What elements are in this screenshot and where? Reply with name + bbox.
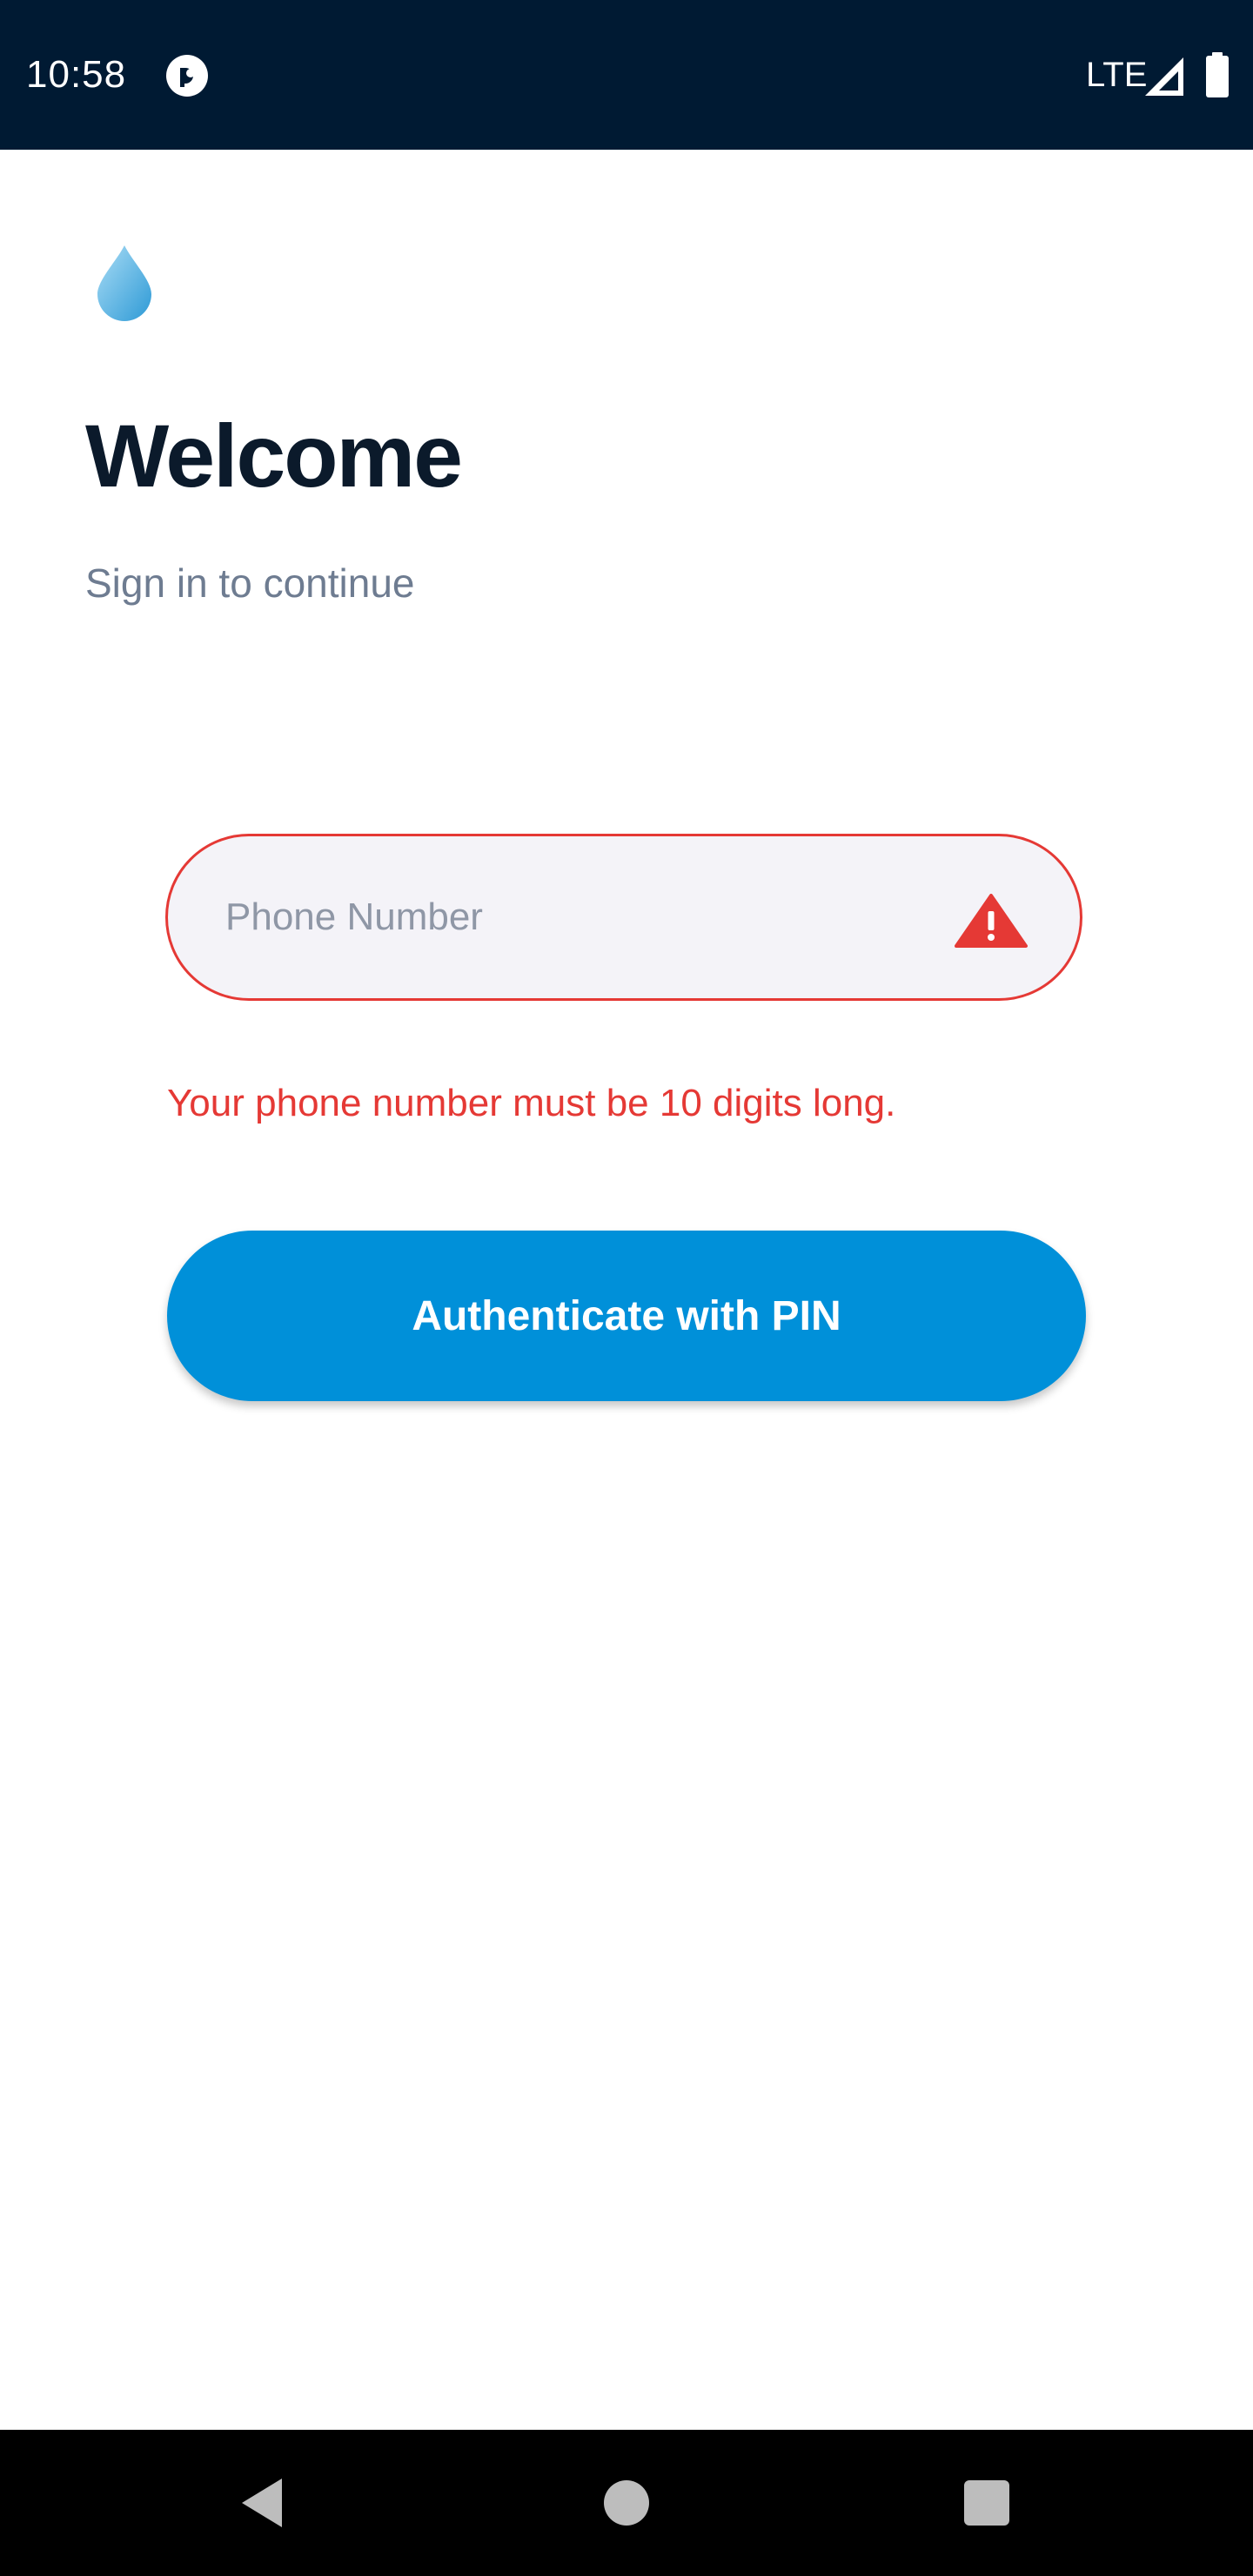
page-title: Welcome — [85, 406, 463, 506]
water-drop-icon — [97, 245, 151, 321]
pocket-casts-icon — [166, 55, 208, 97]
warning-icon — [955, 894, 1028, 948]
phone-number-input[interactable] — [225, 880, 921, 955]
phone-error-message: Your phone number must be 10 digits long… — [167, 1082, 896, 1124]
authenticate-with-pin-button[interactable]: Authenticate with PIN — [167, 1231, 1086, 1401]
navigation-bar — [0, 2430, 1253, 2576]
signal-icon — [1145, 57, 1183, 96]
network-type: LTE — [1086, 56, 1148, 94]
page-subtitle: Sign in to continue — [85, 560, 415, 606]
home-circle-icon[interactable] — [604, 2480, 649, 2526]
status-time: 10:58 — [26, 53, 127, 96]
phone-number-field[interactable] — [165, 834, 1082, 1001]
back-triangle-icon[interactable] — [238, 2477, 285, 2529]
battery-icon — [1206, 52, 1229, 97]
status-bar: 10:58 LTE — [0, 0, 1253, 150]
recents-square-icon[interactable] — [964, 2480, 1009, 2526]
